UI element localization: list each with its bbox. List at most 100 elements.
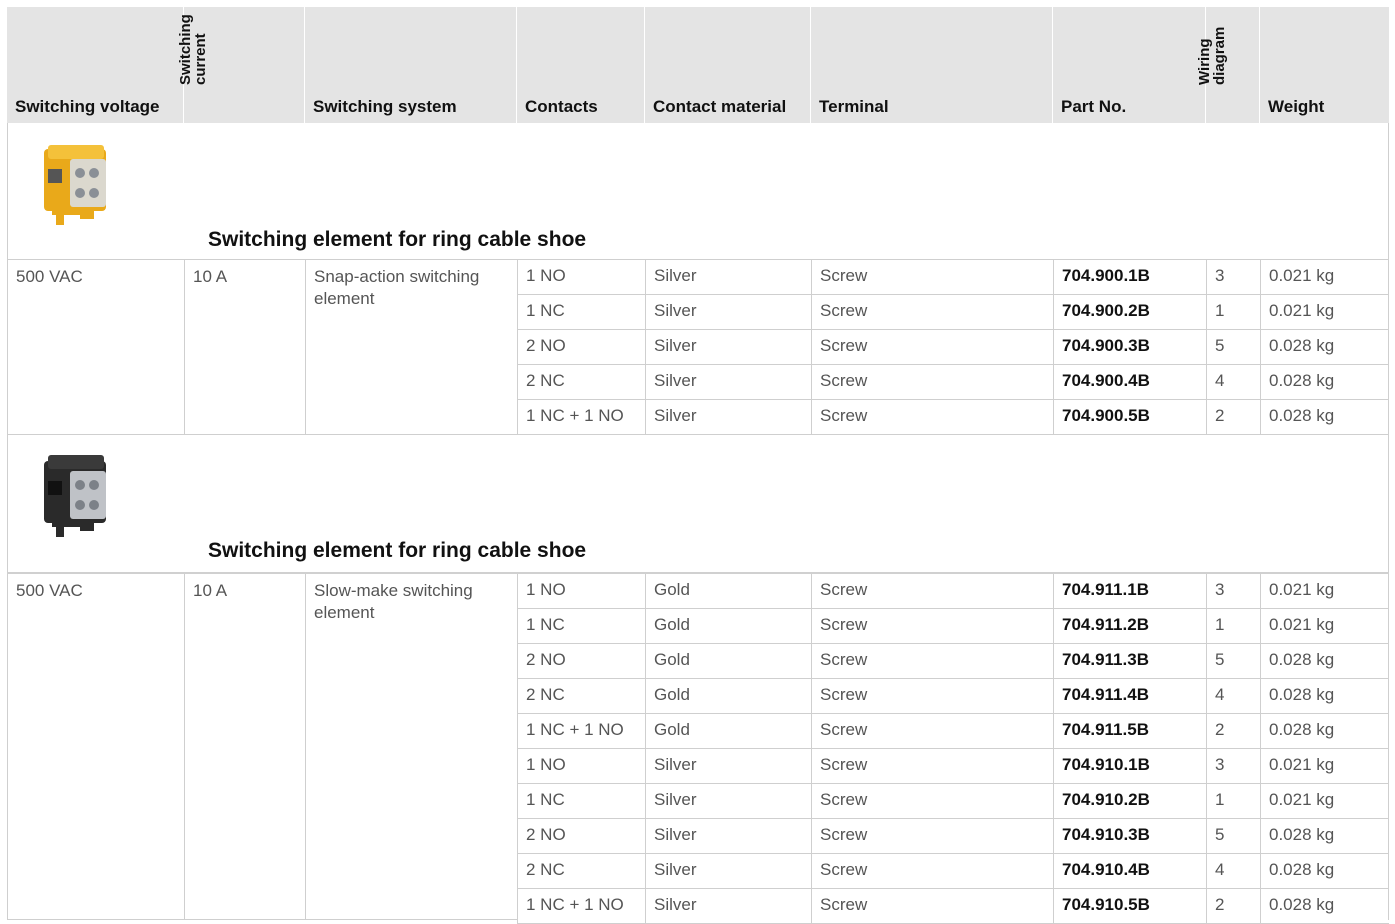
cell-weight: 0.021 kg xyxy=(1260,574,1389,609)
header-switching-current: Switching current xyxy=(177,7,305,123)
cell-terminal: Screw xyxy=(811,260,1053,295)
table-row: 1 NC Silver Screw 704.910.2B 1 0.021 kg xyxy=(7,784,1389,819)
cell-weight: 0.021 kg xyxy=(1260,609,1389,644)
cell-terminal: Screw xyxy=(811,609,1053,644)
section-header: Switching element for ring cable shoe xyxy=(7,123,1389,260)
section-1-grid: 500 VAC 10 A Snap-action switching eleme… xyxy=(7,260,1389,435)
cell-contact-material: Gold xyxy=(645,644,811,679)
cell-weight: 0.028 kg xyxy=(1260,889,1389,924)
cell-part-no: 704.911.5B xyxy=(1053,714,1206,749)
yellow-switching-element-image xyxy=(44,145,106,225)
cell-contacts: 2 NO xyxy=(517,644,645,679)
cell-weight: 0.028 kg xyxy=(1260,644,1389,679)
cell-contacts: 1 NC + 1 NO xyxy=(517,714,645,749)
cell-part-no: 704.910.5B xyxy=(1053,889,1206,924)
cell-weight: 0.028 kg xyxy=(1260,330,1389,365)
section-2-grid: 500 VAC 10 A Slow-make switching element… xyxy=(7,574,1389,924)
product-table-page: Switching voltage Switching current Swit… xyxy=(0,0,1395,924)
table-row: 2 NO Silver Screw 704.910.3B 5 0.028 kg xyxy=(7,819,1389,854)
cell-contact-material: Silver xyxy=(645,749,811,784)
cell-contact-material: Gold xyxy=(645,679,811,714)
right-border xyxy=(1388,260,1389,435)
section-title: Switching element for ring cable shoe xyxy=(208,228,587,251)
cell-part-no: 704.911.2B xyxy=(1053,609,1206,644)
header-switching-voltage: Switching voltage xyxy=(7,7,184,123)
header-wiring-diagram: Wiring diagram xyxy=(1196,7,1260,123)
cell-terminal: Screw xyxy=(811,644,1053,679)
table-row: 1 NC + 1 NO Silver Screw 704.910.5B 2 0.028 k… xyxy=(7,889,1389,924)
cell-weight: 0.028 kg xyxy=(1260,714,1389,749)
cell-part-no: 704.900.4B xyxy=(1053,365,1206,400)
cell-part-no: 704.900.3B xyxy=(1053,330,1206,365)
cell-contacts: 1 NO xyxy=(517,260,645,295)
cell-part-no: 704.911.4B xyxy=(1053,679,1206,714)
cell-wiring-diagram: 3 xyxy=(1206,749,1260,784)
header-part-no: Part No. xyxy=(1053,7,1206,123)
cell-contact-material: Gold xyxy=(645,609,811,644)
cell-wiring-diagram: 2 xyxy=(1206,889,1260,924)
cell-wiring-diagram: 5 xyxy=(1206,644,1260,679)
table-header: Switching voltage Switching current Swit… xyxy=(7,7,1389,123)
header-contact-material: Contact material xyxy=(645,7,811,123)
cell-weight: 0.028 kg xyxy=(1260,400,1389,435)
cell-weight: 0.028 kg xyxy=(1260,679,1389,714)
cell-wiring-diagram: 4 xyxy=(1206,679,1260,714)
header-label: Switching voltage xyxy=(15,97,160,116)
cell-terminal: Screw xyxy=(811,819,1053,854)
cell-contacts: 2 NC xyxy=(517,679,645,714)
table-row: 2 NC Silver Screw 704.910.4B 4 0.028 kg xyxy=(7,854,1389,889)
cell-wiring-diagram: 5 xyxy=(1206,819,1260,854)
table-row: 2 NO Gold Screw 704.911.3B 5 0.028 kg xyxy=(7,644,1389,679)
cell-weight: 0.028 kg xyxy=(1260,854,1389,889)
cell-contact-material: Silver xyxy=(645,330,811,365)
cell-terminal: Screw xyxy=(811,889,1053,924)
cell-contact-material: Silver xyxy=(645,784,811,819)
cell-terminal: Screw xyxy=(811,574,1053,609)
table-row: 1 NC Gold Screw 704.911.2B 1 0.021 kg xyxy=(7,609,1389,644)
header-label: Terminal xyxy=(819,97,889,116)
cell-contacts: 1 NC xyxy=(517,609,645,644)
cell-weight: 0.021 kg xyxy=(1260,295,1389,330)
cell-wiring-diagram: 4 xyxy=(1206,365,1260,400)
cell-contact-material: Silver xyxy=(645,295,811,330)
cell-wiring-diagram: 1 xyxy=(1206,295,1260,330)
section-slow-make: Switching element for ring cable shoe 50… xyxy=(7,435,1389,924)
header-switching-system: Switching system xyxy=(305,7,517,123)
cell-part-no: 704.900.5B xyxy=(1053,400,1206,435)
header-label: Part No. xyxy=(1061,97,1127,116)
cell-terminal: Screw xyxy=(811,784,1053,819)
header-terminal: Terminal xyxy=(811,7,1053,123)
cell-contacts: 1 NC xyxy=(517,295,645,330)
cell-wiring-diagram: 2 xyxy=(1206,714,1260,749)
table-row: 2 NC Gold Screw 704.911.4B 4 0.028 kg xyxy=(7,679,1389,714)
cell-weight: 0.021 kg xyxy=(1260,749,1389,784)
table-row: 1 NC Silver Screw 704.900.2B 1 0.021 kg xyxy=(7,295,1389,330)
header-label: Weight xyxy=(1268,97,1325,116)
cell-contacts: 2 NO xyxy=(517,330,645,365)
cell-contact-material: Silver xyxy=(645,260,811,295)
cell-weight: 0.021 kg xyxy=(1260,260,1389,295)
cell-part-no: 704.900.1B xyxy=(1053,260,1206,295)
cell-contact-material: Silver xyxy=(645,889,811,924)
cell-terminal: Screw xyxy=(811,714,1053,749)
cell-contact-material: Silver xyxy=(645,819,811,854)
cell-terminal: Screw xyxy=(811,330,1053,365)
cell-part-no: 704.911.1B xyxy=(1053,574,1206,609)
header-label: Contacts xyxy=(525,97,598,116)
cell-weight: 0.028 kg xyxy=(1260,365,1389,400)
cell-contact-material: Gold xyxy=(645,574,811,609)
cell-terminal: Screw xyxy=(811,749,1053,784)
cell-contacts: 1 NC xyxy=(517,784,645,819)
cell-part-no: 704.910.4B xyxy=(1053,854,1206,889)
cell-contacts: 1 NO xyxy=(517,574,645,609)
right-border xyxy=(1388,574,1389,920)
cell-wiring-diagram: 1 xyxy=(1206,609,1260,644)
section-header: Switching element for ring cable shoe xyxy=(7,435,1389,574)
cell-wiring-diagram: 4 xyxy=(1206,854,1260,889)
cell-part-no: 704.910.3B xyxy=(1053,819,1206,854)
cell-contacts: 1 NO xyxy=(517,749,645,784)
header-label: Contact material xyxy=(653,97,787,116)
header-label: Switching current xyxy=(177,14,209,85)
table-row: 1 NO Silver Screw 704.900.1B 3 0.021 kg xyxy=(7,260,1389,295)
section-title: Switching element for ring cable shoe xyxy=(208,539,587,562)
